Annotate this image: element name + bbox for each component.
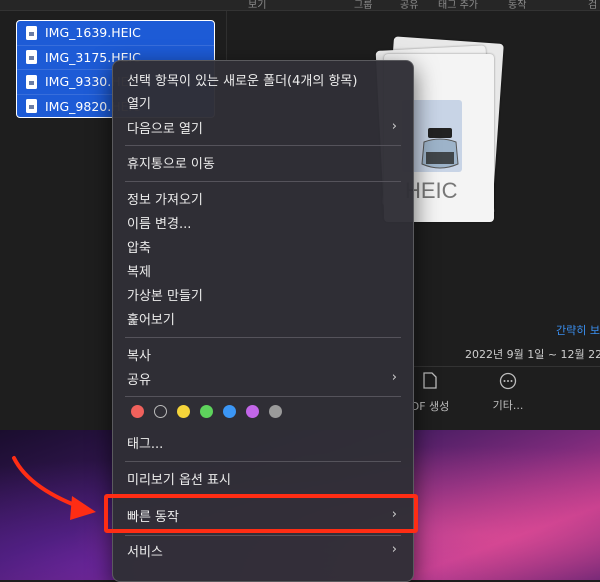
more-action[interactable]: 기타... bbox=[480, 372, 536, 413]
more-label: 기타... bbox=[492, 399, 524, 412]
tag-color-row bbox=[131, 405, 282, 418]
tag-yellow[interactable] bbox=[177, 405, 190, 418]
menu-divider bbox=[125, 396, 401, 397]
menu-item-open[interactable]: 열기 bbox=[127, 91, 401, 113]
menu-item-copy[interactable]: 복사 bbox=[127, 343, 401, 365]
image-file-icon bbox=[26, 25, 37, 40]
menu-divider bbox=[125, 337, 401, 338]
annotation-arrow-icon bbox=[12, 456, 96, 520]
menu-item-quick-look[interactable]: 훑어보기 bbox=[127, 307, 401, 329]
column-search[interactable]: 검 bbox=[588, 0, 597, 10]
menu-item-rename[interactable]: 이름 변경... bbox=[127, 211, 401, 233]
image-file-icon bbox=[26, 74, 37, 89]
tag-gray[interactable] bbox=[269, 405, 282, 418]
chevron-right-icon: › bbox=[391, 119, 397, 134]
column-header: 보기 그룹 공유 태그 추가 동작 검 bbox=[0, 0, 600, 11]
menu-divider bbox=[125, 535, 401, 536]
show-less-link[interactable]: 간략히 보 bbox=[556, 322, 600, 338]
menu-divider bbox=[125, 181, 401, 182]
tag-blue[interactable] bbox=[223, 405, 236, 418]
more-icon bbox=[499, 372, 517, 390]
menu-item-new-folder-with-selection[interactable]: 선택 항목이 있는 새로운 폴더(4개의 항목) bbox=[127, 68, 401, 90]
column-action[interactable]: 동작 bbox=[508, 0, 526, 10]
file-item[interactable]: IMG_1639.HEIC bbox=[17, 21, 214, 46]
column-add-tag[interactable]: 태그 추가 bbox=[438, 0, 478, 10]
tag-none[interactable] bbox=[154, 405, 167, 418]
date-range: 2022년 9월 1일 ~ 12월 22 bbox=[465, 348, 600, 361]
menu-item-share[interactable]: 공유 › bbox=[127, 367, 401, 389]
image-file-icon bbox=[26, 50, 37, 65]
column-share[interactable]: 공유 bbox=[400, 0, 418, 10]
preview-app-icon bbox=[421, 128, 459, 169]
menu-item-tags[interactable]: 태그... bbox=[127, 431, 401, 453]
document-icon bbox=[423, 372, 437, 389]
chevron-right-icon: › bbox=[391, 370, 397, 385]
tag-green[interactable] bbox=[200, 405, 213, 418]
actions-divider bbox=[392, 366, 600, 367]
menu-item-show-preview-options[interactable]: 미리보기 옵션 표시 bbox=[127, 467, 401, 489]
menu-item-services[interactable]: 서비스 › bbox=[127, 539, 401, 561]
menu-item-make-alias[interactable]: 가상본 만들기 bbox=[127, 283, 401, 305]
column-view[interactable]: 보기 bbox=[248, 0, 266, 10]
column-group[interactable]: 그룹 bbox=[354, 0, 372, 10]
menu-item-move-to-trash[interactable]: 휴지통으로 이동 bbox=[127, 151, 401, 173]
menu-item-compress[interactable]: 압축 bbox=[127, 235, 401, 257]
image-file-icon bbox=[26, 99, 37, 114]
quick-actions-highlight-box bbox=[104, 494, 418, 533]
menu-divider bbox=[125, 145, 401, 146]
menu-divider bbox=[125, 461, 401, 462]
menu-item-duplicate[interactable]: 복제 bbox=[127, 259, 401, 281]
file-name: IMG_1639.HEIC bbox=[45, 25, 141, 41]
tag-red[interactable] bbox=[131, 405, 144, 418]
chevron-right-icon: › bbox=[391, 542, 397, 557]
menu-item-open-with[interactable]: 다음으로 열기 › bbox=[127, 116, 401, 138]
tag-purple[interactable] bbox=[246, 405, 259, 418]
menu-item-get-info[interactable]: 정보 가져오기 bbox=[127, 187, 401, 209]
